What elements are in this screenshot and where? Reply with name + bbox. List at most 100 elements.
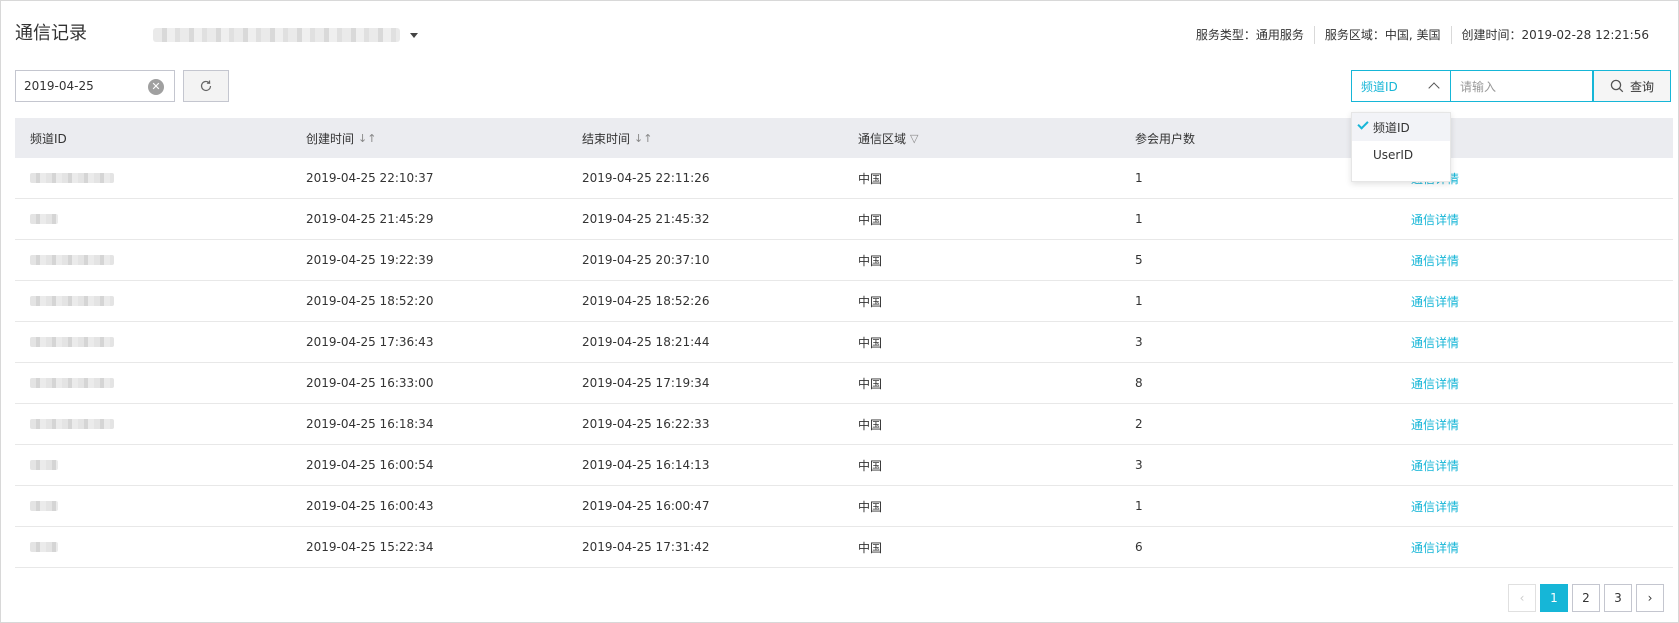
create-time-cell: 2019-04-25 21:45:29 — [306, 212, 434, 226]
create-time-cell: 2019-04-25 17:36:43 — [306, 335, 434, 349]
date-picker-input[interactable]: 2019-04-25 ✕ — [15, 70, 175, 102]
region-cell: 中国 — [858, 171, 883, 186]
create-time-cell: 2019-04-25 15:22:34 — [306, 540, 434, 554]
create-time-cell: 2019-04-25 19:22:39 — [306, 253, 434, 267]
details-link[interactable]: 通信详情 — [1411, 293, 1459, 310]
user-count-cell: 6 — [1135, 540, 1143, 554]
details-link[interactable]: 通信详情 — [1411, 498, 1459, 515]
search-field-value: 频道ID — [1361, 79, 1398, 94]
channel-id-redacted — [30, 460, 58, 470]
page-3-button[interactable]: 3 — [1604, 584, 1632, 612]
channel-id-redacted — [30, 501, 58, 511]
create-time-cell: 2019-04-25 16:00:43 — [306, 499, 434, 513]
col-region[interactable]: 通信区域 ▽ — [843, 130, 1120, 147]
pagination: ‹ 1 2 3 › — [1504, 584, 1664, 612]
create-time-cell: 2019-04-25 18:52:20 — [306, 294, 434, 308]
channel-id-redacted — [30, 214, 58, 224]
channel-id-cell — [15, 501, 291, 511]
channel-id-redacted — [30, 542, 58, 552]
column-label: 创建时间 — [306, 131, 355, 146]
end-time-cell: 2019-04-25 16:22:33 — [582, 417, 710, 431]
records-table: 频道ID 创建时间↓↑ 结束时间↓↑ 通信区域▽ 参会用户数 操作 2019-0… — [15, 118, 1673, 568]
details-link[interactable]: 通信详情 — [1411, 334, 1459, 351]
user-count-cell: 3 — [1135, 458, 1143, 472]
search-input[interactable]: 请输入 — [1451, 70, 1593, 102]
refresh-button[interactable] — [183, 70, 229, 102]
user-count-cell: 8 — [1135, 376, 1143, 390]
search-field-select[interactable]: 频道ID — [1351, 70, 1451, 102]
actions-cell: 通信详情 — [1396, 375, 1673, 392]
channel-id-cell — [15, 173, 291, 183]
end-time-cell: 2019-04-25 20:37:10 — [582, 253, 710, 267]
refresh-icon — [200, 80, 212, 92]
details-link[interactable]: 通信详情 — [1411, 252, 1459, 269]
service-region: 服务区域：中国, 美国 — [1324, 28, 1441, 42]
details-link[interactable]: 通信详情 — [1411, 457, 1459, 474]
col-end-time[interactable]: 结束时间 ↓↑ — [567, 130, 843, 147]
actions-cell: 通信详情 — [1396, 498, 1673, 515]
instance-name-redacted — [153, 28, 400, 42]
page-2-button[interactable]: 2 — [1572, 584, 1600, 612]
region-cell: 中国 — [858, 458, 883, 473]
date-value: 2019-04-25 — [24, 79, 94, 93]
channel-id-cell — [15, 214, 291, 224]
check-icon — [1357, 118, 1369, 130]
caret-down-icon — [410, 32, 418, 38]
region-cell: 中国 — [858, 540, 883, 555]
search-button[interactable]: 查询 — [1593, 70, 1671, 102]
user-count-cell: 2 — [1135, 417, 1143, 431]
col-channel-id: 频道ID — [15, 130, 291, 147]
region-cell: 中国 — [858, 212, 883, 227]
table-row: 2019-04-25 15:22:34 2019-04-25 17:31:42 中国… — [15, 527, 1673, 568]
filter-icon[interactable]: ▽ — [910, 132, 918, 145]
create-time-cell: 2019-04-25 16:33:00 — [306, 376, 434, 390]
end-time-cell: 2019-04-25 17:19:34 — [582, 376, 710, 390]
chevron-left-icon[interactable]: ‹ — [1508, 584, 1536, 612]
chevron-right-icon[interactable]: › — [1636, 584, 1664, 612]
sort-icon[interactable]: ↓↑ — [634, 132, 652, 145]
details-link[interactable]: 通信详情 — [1411, 416, 1459, 433]
region-cell: 中国 — [858, 499, 883, 514]
page-1-button[interactable]: 1 — [1540, 584, 1568, 612]
details-link[interactable]: 通信详情 — [1411, 539, 1459, 556]
search-button-label: 查询 — [1629, 79, 1654, 94]
end-time-cell: 2019-04-25 18:52:26 — [582, 294, 710, 308]
create-time-cell: 2019-04-25 22:10:37 — [306, 171, 434, 185]
channel-id-cell — [15, 378, 291, 388]
user-count-cell: 1 — [1135, 212, 1143, 226]
search-group: 频道ID 请输入 查询 — [1351, 70, 1671, 102]
clear-icon[interactable]: ✕ — [148, 79, 164, 95]
channel-id-cell — [15, 296, 291, 306]
column-label: 结束时间 — [582, 131, 631, 146]
col-create-time[interactable]: 创建时间 ↓↑ — [291, 130, 567, 147]
table-row: 2019-04-25 16:18:34 2019-04-25 16:22:33 中国… — [15, 404, 1673, 445]
create-time-cell: 2019-04-25 16:18:34 — [306, 417, 434, 431]
chevron-up-icon — [1428, 82, 1440, 94]
divider — [1313, 26, 1315, 44]
search-icon — [1610, 79, 1624, 93]
instance-selector[interactable] — [153, 26, 423, 44]
details-link[interactable]: 通信详情 — [1411, 211, 1459, 228]
actions-cell: 通信详情 — [1396, 293, 1673, 310]
table-row: 2019-04-25 16:33:00 2019-04-25 17:19:34 中国… — [15, 363, 1673, 404]
channel-id-cell — [15, 460, 291, 470]
details-link[interactable]: 通信详情 — [1411, 375, 1459, 392]
region-cell: 中国 — [858, 253, 883, 268]
end-time-cell: 2019-04-25 16:14:13 — [582, 458, 710, 472]
dropdown-option-user-id[interactable]: UserID — [1352, 141, 1450, 169]
region-cell: 中国 — [858, 417, 883, 432]
channel-id-redacted — [30, 255, 114, 265]
actions-cell: 通信详情 — [1396, 334, 1673, 351]
actions-cell: 通信详情 — [1396, 252, 1673, 269]
table-row: 2019-04-25 18:52:20 2019-04-25 18:52:26 中国… — [15, 281, 1673, 322]
user-count-cell: 1 — [1135, 499, 1143, 513]
channel-id-cell — [15, 419, 291, 429]
table-row: 2019-04-25 16:00:54 2019-04-25 16:14:13 中国… — [15, 445, 1673, 486]
table-body: 2019-04-25 22:10:37 2019-04-25 22:11:26 中国… — [15, 158, 1673, 568]
sort-icon[interactable]: ↓↑ — [358, 132, 376, 145]
user-count-cell: 3 — [1135, 335, 1143, 349]
service-meta: 服务类型：通用服务 服务区域：中国, 美国 创建时间：2019-02-28 12… — [1196, 26, 1649, 44]
page-title: 通信记录 — [15, 23, 87, 44]
dropdown-option-channel-id[interactable]: 频道ID — [1352, 113, 1450, 141]
channel-id-cell — [15, 542, 291, 552]
